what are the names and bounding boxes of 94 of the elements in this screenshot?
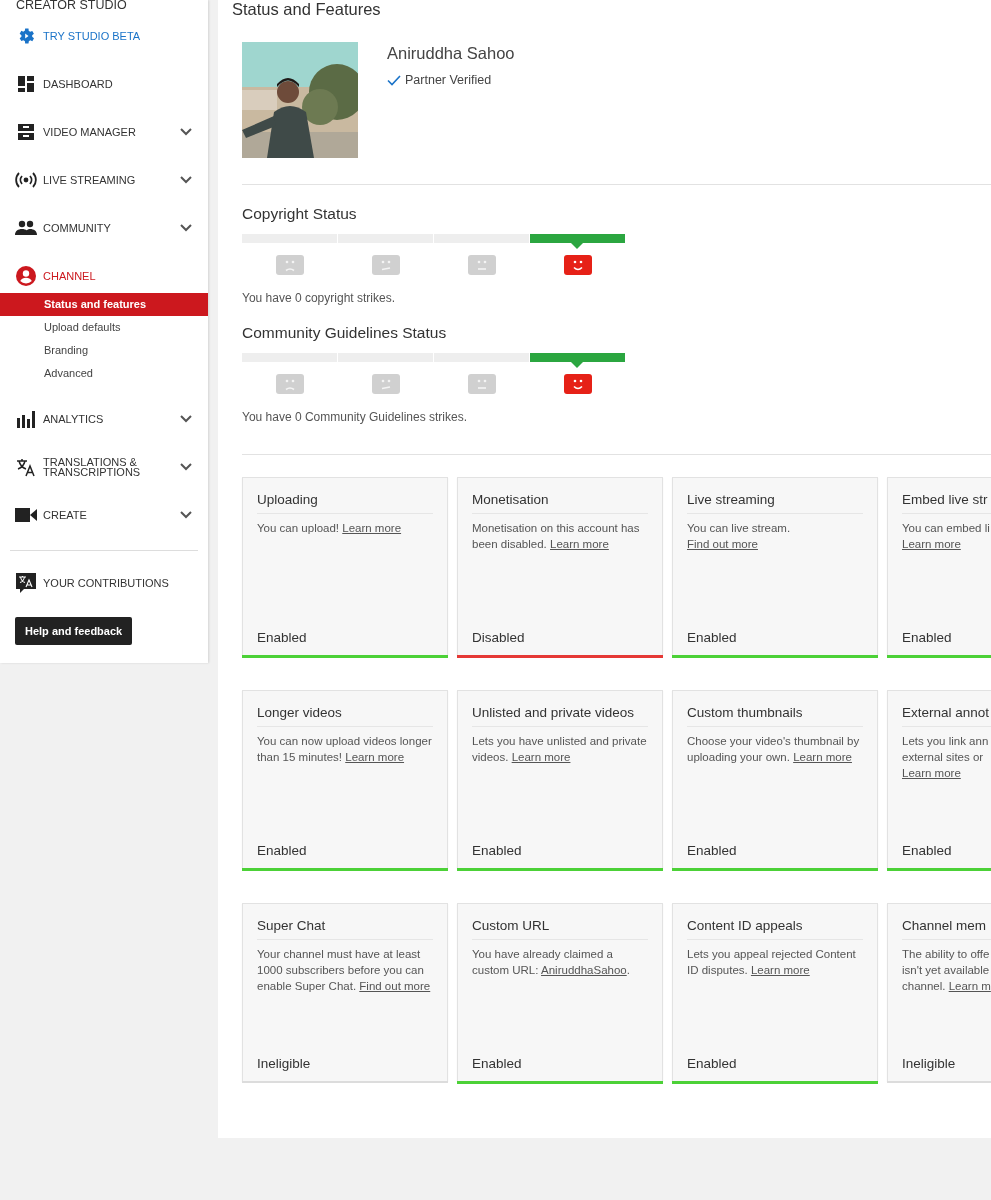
stacked-boxes-icon <box>17 123 35 141</box>
people-icon <box>15 220 37 236</box>
nav-item[interactable]: TRY STUDIO BETA <box>0 12 208 60</box>
feature-status: Ineligible <box>257 1056 312 1073</box>
feature-status: Ineligible <box>902 1056 957 1073</box>
learn-more-link[interactable]: Learn more <box>793 751 852 763</box>
nav-subitem[interactable]: Status and features <box>0 293 208 316</box>
feature-title: External annot <box>902 705 991 727</box>
broadcast-icon <box>15 172 37 188</box>
feature-description: Lets you have unlisted and private videos. Learn more <box>472 734 648 765</box>
feature-title: Channel mem <box>902 918 991 940</box>
feature-title: Content ID appeals <box>687 918 863 940</box>
learn-more-link[interactable]: Learn more <box>511 751 571 763</box>
learn-more-link[interactable]: Learn more <box>902 767 961 779</box>
nav-item[interactable]: ANALYTICS <box>0 395 208 443</box>
feature-title: Unlisted and private videos <box>472 705 648 727</box>
learn-more-link[interactable]: Find out more <box>359 980 431 992</box>
nav-item[interactable]: LIVE STREAMING <box>0 156 208 204</box>
section-heading: Copyright Status <box>242 205 358 223</box>
chevron-down-icon[interactable] <box>180 463 192 471</box>
feature-description: Your channel must have at least 1000 subscribers before you can enable Super Chat. Find out more <box>257 947 432 994</box>
learn-more-link[interactable]: Learn more <box>342 522 402 534</box>
feature-status: Enabled <box>687 1056 738 1073</box>
feature-description: Lets you link ann external sites or Learn more <box>902 734 990 781</box>
nav-item[interactable]: DASHBOARD <box>0 60 208 108</box>
feature-description: You can now upload videos longer than 15 minutes! Learn more <box>257 734 433 765</box>
nav-item[interactable]: CREATE <box>0 491 208 539</box>
feature-status: Enabled <box>687 630 738 647</box>
chevron-down-icon[interactable] <box>180 224 192 232</box>
neutral-face-icon <box>467 255 496 275</box>
feature-status: Enabled <box>257 630 308 647</box>
learn-more-link[interactable]: Learn more <box>902 538 961 550</box>
nav-item[interactable]: COMMUNITY <box>0 204 208 252</box>
feature-description: Choose your video's thumbnail by uploading your own. Learn more <box>687 734 861 765</box>
sad-face-icon <box>275 374 304 394</box>
chevron-down-icon[interactable] <box>180 415 192 423</box>
studio-heading: CREATOR STUDIO <box>15 0 128 12</box>
feature-title: Custom thumbnails <box>687 705 863 727</box>
feature-description: The ability to offe isn't yet available channel. Learn m <box>902 947 991 994</box>
feature-status: Enabled <box>902 843 953 860</box>
page-title: Status and Features <box>232 0 382 18</box>
checkmark-icon <box>387 74 401 86</box>
bar-chart-icon <box>16 410 36 428</box>
feature-description: You can live stream. Find out more <box>687 521 792 552</box>
confused-face-icon <box>371 255 400 275</box>
person-circle-icon <box>16 266 36 286</box>
feature-title: Monetisation <box>472 492 648 514</box>
learn-more-link[interactable]: Learn more <box>750 964 810 976</box>
section-heading: Community Guidelines Status <box>242 324 448 342</box>
learn-more-link[interactable]: AniruddhaSahoo <box>541 964 627 976</box>
learn-more-link[interactable]: Find out more <box>687 538 758 550</box>
feature-status: Enabled <box>257 843 308 860</box>
dashboard-icon <box>17 75 35 93</box>
verified-label: Partner Verified <box>405 73 492 87</box>
confused-face-icon <box>371 374 400 394</box>
learn-more-link[interactable]: Learn m <box>948 980 991 992</box>
feature-status: Enabled <box>902 630 953 647</box>
strike-message: You have 0 copyright strikes. <box>242 291 396 305</box>
channel-name: Aniruddha Sahoo <box>387 44 515 63</box>
feature-status: Enabled <box>472 843 523 860</box>
learn-more-link[interactable]: Learn more <box>550 538 609 550</box>
feature-status: Disabled <box>472 630 526 647</box>
feature-title: Uploading <box>257 492 433 514</box>
camera-icon <box>15 507 37 523</box>
nav-item[interactable]: VIDEO MANAGER <box>0 108 208 156</box>
strike-message: You have 0 Community Guidelines strikes. <box>242 410 468 424</box>
nav-subitem[interactable]: Advanced <box>0 362 208 385</box>
feature-description: You can upload! Learn more <box>257 521 403 536</box>
chevron-down-icon[interactable] <box>180 511 192 519</box>
smiling-face-icon <box>563 374 592 394</box>
chevron-down-icon[interactable] <box>180 128 192 136</box>
feature-status: Enabled <box>687 843 738 860</box>
nav-subitem[interactable]: Upload defaults <box>0 316 208 339</box>
feature-title: Live streaming <box>687 492 863 514</box>
nav-item[interactable]: YOUR CONTRIBUTIONS <box>0 559 208 607</box>
help-button[interactable]: Help and feedback <box>15 617 133 645</box>
sad-face-icon <box>275 255 304 275</box>
feature-title: Embed live str <box>902 492 991 514</box>
feature-title: Super Chat <box>257 918 433 940</box>
chevron-down-icon[interactable] <box>180 176 192 184</box>
feature-description: You can embed li Learn more <box>902 521 991 552</box>
feature-title: Longer videos <box>257 705 433 727</box>
feature-title: Custom URL <box>472 918 648 940</box>
nav-item[interactable]: TRANSLATIONS & TRANSCRIPTIONS <box>0 443 208 491</box>
learn-more-link[interactable]: Learn more <box>345 751 405 763</box>
feature-description: Lets you appeal rejected Content ID disputes. Learn more <box>687 947 857 978</box>
nav-subitem[interactable]: Branding <box>0 339 208 362</box>
translate-bubble-icon <box>16 573 36 593</box>
feature-description: Monetisation on this account has been disabled. Learn more <box>472 521 641 552</box>
feature-status: Enabled <box>472 1056 523 1073</box>
translate-icon <box>16 457 36 477</box>
feature-description: You have already claimed a custom URL: AniruddhaSahoo. <box>472 947 631 978</box>
smiling-face-icon <box>563 255 592 275</box>
neutral-face-icon <box>467 374 496 394</box>
